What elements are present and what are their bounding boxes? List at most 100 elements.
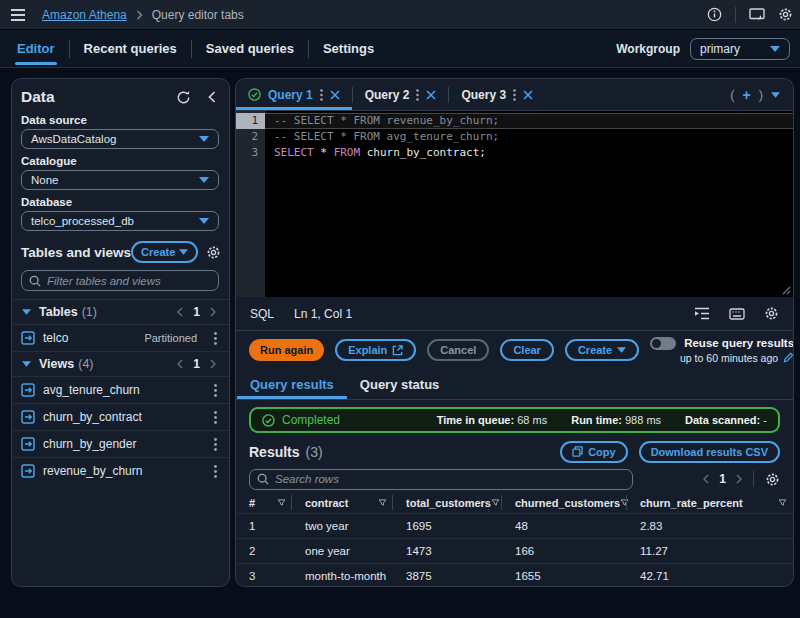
- explain-button[interactable]: Explain: [335, 339, 416, 361]
- editor-language: SQL: [250, 307, 274, 321]
- editor-line-numbers: 1 2 3: [236, 111, 265, 297]
- editor-settings-gear-icon[interactable]: [764, 306, 779, 321]
- query-tab-1[interactable]: Query 1: [236, 79, 352, 110]
- topbar-divider: [735, 7, 736, 23]
- editor-status-bar: SQL Ln 1, Col 1: [236, 297, 793, 331]
- filter-icon[interactable]: [778, 499, 787, 506]
- views-section-header[interactable]: Views (4) 1: [12, 351, 229, 376]
- chevron-down-icon: [199, 136, 209, 142]
- cursor-position: Ln 1, Col 1: [294, 307, 352, 321]
- results-table: # contract total_customers churned_custo…: [236, 492, 793, 587]
- info-icon[interactable]: [707, 7, 722, 22]
- breadcrumb-athena-link[interactable]: Amazon Athena: [42, 8, 127, 22]
- settings-gear-icon[interactable]: [778, 7, 793, 22]
- table-row[interactable]: 2 one year 1473 166 11.27: [236, 538, 793, 563]
- item-actions-kebab-icon[interactable]: [214, 438, 217, 451]
- page-prev-icon[interactable]: [177, 359, 183, 369]
- search-icon: [29, 275, 41, 287]
- add-query-tab-icon[interactable]: +: [742, 87, 750, 103]
- query-tab-kebab-icon[interactable]: [513, 89, 516, 101]
- tables-section-header[interactable]: Tables (1) 1: [12, 299, 229, 324]
- view-item[interactable]: avg_tenure_churn: [12, 376, 229, 403]
- results-header: Results (3) Copy Download results CSV: [236, 437, 793, 466]
- close-tab-icon[interactable]: [523, 90, 533, 100]
- run-again-button[interactable]: Run again: [249, 339, 324, 361]
- results-table-header: # contract total_customers churned_custo…: [236, 492, 793, 513]
- filter-icon[interactable]: [378, 499, 387, 506]
- chevron-down-icon: [199, 177, 209, 183]
- clear-button[interactable]: Clear: [500, 339, 554, 361]
- close-tab-icon[interactable]: [426, 90, 436, 100]
- search-rows-input[interactable]: [275, 473, 625, 485]
- tab-recent-queries[interactable]: Recent queries: [70, 30, 191, 67]
- tables-and-views-title: Tables and views: [21, 245, 131, 260]
- table-row[interactable]: 3 month-to-month 3875 1655 42.71: [236, 563, 793, 587]
- athena-nav-tabs: Editor Recent queries Saved queries Sett…: [0, 30, 800, 68]
- query-tab-2[interactable]: Query 2: [353, 79, 449, 110]
- table-item-telco[interactable]: telco Partitioned: [12, 324, 229, 351]
- query-status-banner: Completed Time in queue: 68 ms Run time:…: [249, 407, 780, 433]
- data-panel: Data Data source AwsDataCatalog Catalogu…: [11, 78, 230, 587]
- item-actions-kebab-icon[interactable]: [214, 332, 217, 345]
- keyboard-shortcuts-icon[interactable]: [729, 308, 745, 320]
- create-dropdown-button[interactable]: Create: [565, 339, 639, 361]
- results-page-next-icon[interactable]: [736, 474, 742, 484]
- page-prev-icon[interactable]: [177, 307, 183, 317]
- success-check-icon: [262, 414, 275, 427]
- catalogue-select[interactable]: None: [21, 170, 219, 190]
- scroll-tabs-left-icon[interactable]: (: [730, 87, 734, 102]
- reuse-results-toggle[interactable]: [650, 337, 676, 350]
- tab-editor[interactable]: Editor: [3, 30, 69, 67]
- sql-code-editor[interactable]: 1 2 3 -- SELECT * FROM revenue_by_churn;…: [236, 111, 793, 297]
- filter-icon[interactable]: [277, 499, 286, 506]
- collapse-panel-icon[interactable]: [208, 91, 216, 103]
- query-success-icon: [248, 88, 261, 101]
- tab-query-status[interactable]: Query status: [347, 369, 452, 399]
- editor-code-area[interactable]: -- SELECT * FROM revenue_by_churn; -- SE…: [265, 111, 793, 297]
- scroll-tabs-right-icon[interactable]: ): [759, 87, 763, 102]
- search-icon: [257, 473, 269, 485]
- filter-tables-input[interactable]: [47, 275, 211, 287]
- hamburger-menu-icon[interactable]: [10, 8, 26, 22]
- format-query-icon[interactable]: [694, 307, 710, 320]
- tables-settings-gear-icon[interactable]: [206, 245, 221, 260]
- results-page-prev-icon[interactable]: [703, 474, 709, 484]
- results-search-row: 1: [236, 466, 793, 492]
- page-next-icon[interactable]: [210, 359, 216, 369]
- tab-query-results[interactable]: Query results: [237, 369, 347, 399]
- table-row[interactable]: 1 two year 1695 48 2.83: [236, 513, 793, 538]
- query-editor-panel: Query 1 Query 2 Query 3 ( + ): [235, 78, 794, 587]
- results-settings-gear-icon[interactable]: [765, 472, 780, 487]
- console-top-bar: Amazon Athena Query editor tabs: [0, 0, 800, 30]
- breadcrumb-current-page: Query editor tabs: [152, 8, 244, 22]
- view-item[interactable]: revenue_by_churn: [12, 457, 229, 484]
- data-source-select[interactable]: AwsDataCatalog: [21, 129, 219, 149]
- close-tab-icon[interactable]: [330, 90, 340, 100]
- view-icon: [21, 410, 35, 424]
- query-tab-3[interactable]: Query 3: [449, 79, 545, 110]
- view-icon: [21, 383, 35, 397]
- view-item[interactable]: churn_by_gender: [12, 430, 229, 457]
- item-actions-kebab-icon[interactable]: [214, 465, 217, 478]
- editor-resize-grip[interactable]: [782, 286, 791, 295]
- cancel-button[interactable]: Cancel: [427, 339, 489, 361]
- database-select[interactable]: telco_processed_db: [21, 211, 219, 231]
- refresh-icon[interactable]: [176, 90, 191, 105]
- cloudshell-icon[interactable]: [749, 8, 765, 22]
- tab-settings[interactable]: Settings: [309, 30, 388, 67]
- copy-button[interactable]: Copy: [560, 441, 628, 463]
- item-actions-kebab-icon[interactable]: [214, 384, 217, 397]
- filter-icon[interactable]: [491, 499, 500, 506]
- page-next-icon[interactable]: [210, 307, 216, 317]
- tab-list-dropdown-icon[interactable]: [771, 92, 780, 98]
- tab-saved-queries[interactable]: Saved queries: [192, 30, 308, 67]
- item-actions-kebab-icon[interactable]: [214, 411, 217, 424]
- query-tab-kebab-icon[interactable]: [320, 89, 323, 101]
- create-button[interactable]: Create: [131, 241, 198, 263]
- filter-tables-input-wrap: [21, 270, 219, 291]
- download-csv-button[interactable]: Download results CSV: [639, 441, 780, 463]
- query-tab-kebab-icon[interactable]: [416, 89, 419, 101]
- workgroup-select[interactable]: primary: [690, 38, 790, 60]
- view-item[interactable]: churn_by_contract: [12, 403, 229, 430]
- edit-reuse-icon[interactable]: [783, 352, 794, 363]
